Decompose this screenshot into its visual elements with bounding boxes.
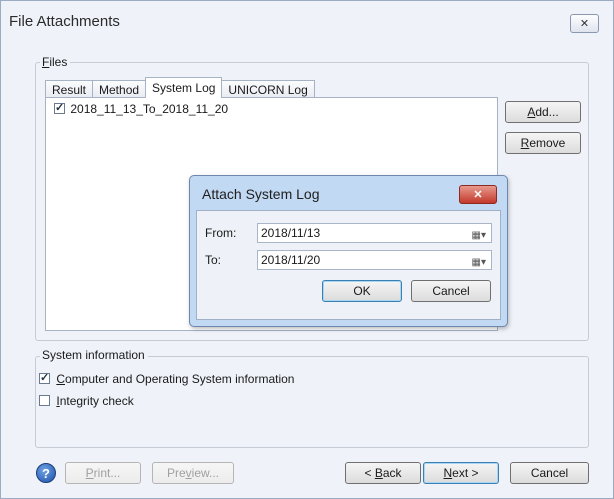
dialog-close-button[interactable]: ✕ <box>459 185 497 204</box>
tab-method[interactable]: Method <box>92 80 147 98</box>
list-item-label: 2018_11_13_To_2018_11_20 <box>70 102 229 116</box>
add-button[interactable]: Add... <box>505 101 581 123</box>
print-rest: rint... <box>93 466 121 480</box>
files-tabstrip: Result Method System Log UNICORN Log <box>45 77 315 98</box>
to-label: To: <box>205 253 222 267</box>
dialog-ok-button[interactable]: OK <box>322 280 402 302</box>
back-pre: < <box>364 466 375 480</box>
next-accel: N <box>443 466 453 480</box>
files-group-label: Files <box>40 55 71 69</box>
file-attachments-window: File Attachments ✕ Files Result Method S… <box>0 0 614 499</box>
system-information-label: System information <box>40 348 148 362</box>
dialog-body: From: 2018/11/13 ▦▾ To: 2018/11/20 ▦▾ OK… <box>196 210 501 320</box>
preview-button[interactable]: Pre v iew... <box>152 462 234 484</box>
cancel-button[interactable]: Cancel <box>510 462 589 484</box>
tab-unicorn-log[interactable]: UNICORN Log <box>221 80 315 98</box>
integrity-check-checkbox[interactable] <box>39 395 50 406</box>
integrity-check-option[interactable]: Integrity check <box>39 394 134 408</box>
back-accel: B <box>374 466 383 480</box>
add-accel: A <box>527 105 536 119</box>
remove-button[interactable]: Remove <box>505 132 581 154</box>
window-title: File Attachments <box>9 13 120 30</box>
preview-pre: Pre <box>166 466 186 480</box>
files-label-rest: iles <box>49 55 68 69</box>
dialog-title: Attach System Log <box>202 186 320 202</box>
close-icon: ✕ <box>473 189 483 201</box>
add-rest: dd... <box>535 105 559 119</box>
computer-info-checkbox[interactable] <box>39 371 50 384</box>
window-close-button[interactable]: ✕ <box>570 14 599 33</box>
from-date-picker[interactable]: 2018/11/13 ▦▾ <box>257 223 492 243</box>
back-button[interactable]: < Back <box>345 462 421 484</box>
print-button[interactable]: Print... <box>65 462 141 484</box>
to-date-value: 2018/11/20 <box>261 253 321 267</box>
computer-info-label: omputer and Operating System information <box>65 372 295 386</box>
next-rest: ext > <box>452 466 479 480</box>
from-date-value: 2018/11/13 <box>261 226 321 240</box>
remove-accel: R <box>520 136 530 150</box>
attach-system-log-dialog: Attach System Log ✕ From: 2018/11/13 ▦▾ … <box>189 175 508 327</box>
from-label: From: <box>205 226 237 240</box>
help-icon[interactable]: ? <box>36 463 56 483</box>
calendar-dropdown-icon[interactable]: ▦▾ <box>472 254 486 272</box>
tab-result[interactable]: Result <box>45 80 94 98</box>
dialog-cancel-button[interactable]: Cancel <box>411 280 491 302</box>
calendar-dropdown-icon[interactable]: ▦▾ <box>472 227 486 245</box>
print-accel: P <box>85 466 94 480</box>
computer-info-option[interactable]: Computer and Operating System informatio… <box>39 371 295 386</box>
list-item[interactable]: 2018_11_13_To_2018_11_20 <box>54 101 229 116</box>
back-rest: ack <box>382 466 402 480</box>
list-item-checkbox[interactable] <box>54 101 65 114</box>
to-date-picker[interactable]: 2018/11/20 ▦▾ <box>257 250 492 270</box>
close-icon: ✕ <box>579 18 590 30</box>
next-button[interactable]: Next > <box>423 462 499 484</box>
computer-info-accel: C <box>56 372 66 386</box>
integrity-label: ntegrity check <box>59 394 134 408</box>
tab-system-log[interactable]: System Log <box>145 77 223 98</box>
remove-rest: emove <box>529 136 566 150</box>
preview-rest: iew... <box>191 466 220 480</box>
